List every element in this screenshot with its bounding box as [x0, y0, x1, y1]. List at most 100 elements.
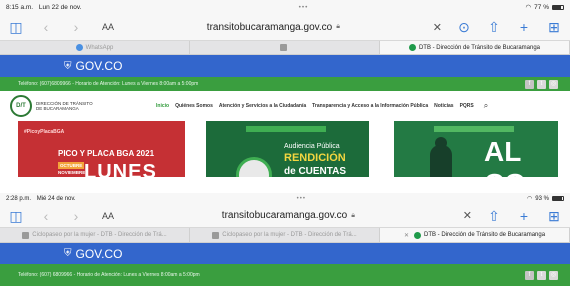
share-icon[interactable]: ⇧ [486, 20, 502, 34]
multitask-dots[interactable]: ••• [299, 4, 309, 11]
forward-icon[interactable]: › [68, 209, 84, 223]
tab-label: Ciclopaseo por la mujer - DTB - Direcció… [222, 232, 357, 238]
banner-carousel: #PicoyPlacaBGA PICO Y PLACA BGA 2021 OCT… [0, 121, 570, 177]
main-menu: Inicio Quiénes Somos Atención y Servicio… [156, 101, 488, 111]
wifi-icon: ◠ [525, 4, 532, 11]
colombia-shield-icon: ⛨ [64, 248, 72, 259]
dtb-logo-text: DIRECCIÓN DE TRÁNSITO DE BUCARAMANGA [36, 101, 93, 111]
reader-aa-button[interactable]: AA [102, 22, 114, 32]
tab-dtb[interactable]: DTB - Dirección de Tránsito de Bucaraman… [380, 41, 570, 54]
banner-hashtag: #PicoyPlacaBGA [24, 129, 65, 135]
new-tab-icon[interactable]: + [516, 20, 532, 34]
tabs-overview-icon[interactable]: ⊞ [546, 209, 562, 223]
battery-icon [552, 4, 564, 10]
facebook-icon[interactable]: f [525, 79, 534, 89]
status-time: 8:15 a.m. [6, 3, 34, 11]
back-icon[interactable]: ‹ [38, 20, 54, 34]
lock-icon: 🔒︎ [351, 211, 355, 219]
gov-co-logo[interactable]: GOV.CO [76, 59, 123, 73]
clear-url-icon[interactable]: ✕ [463, 209, 472, 222]
back-icon[interactable]: ‹ [38, 209, 54, 223]
address-bar[interactable]: transitobucaramanga.gov.co 🔒︎ [128, 22, 419, 33]
tab-ciclopaseo-1[interactable]: Ciclopaseo por la mujer - DTB - Direcció… [0, 228, 190, 242]
close-tab-icon[interactable]: ✕ [404, 232, 409, 239]
banner-header-strip [246, 126, 326, 132]
wifi-icon: ◠ [527, 196, 533, 202]
status-date: Mié 24 de nov. [36, 195, 76, 202]
share-icon[interactable]: ⇧ [486, 209, 502, 223]
menu-transparencia[interactable]: Transparencia y Acceso a la Información … [312, 103, 428, 109]
status-bar: 8:15 a.m. Lun 22 de nov. ••• ◠ 77 % [0, 0, 570, 14]
new-tab-icon[interactable]: + [516, 209, 532, 223]
dtb-favicon-icon [408, 44, 416, 51]
multitask-dots[interactable]: ••• [297, 196, 306, 202]
banner-day: LUNES [84, 161, 157, 177]
tab-blank[interactable] [190, 41, 380, 54]
banner-headline: AL CO [484, 136, 526, 177]
banner-photo [236, 157, 272, 177]
tab-whatsapp[interactable]: WhatsApp [0, 41, 190, 54]
tab-label: Ciclopaseo por la mujer - DTB - Direcció… [32, 232, 167, 238]
contact-info-bar: Teléfono: (607) 6809966 - Horario de Ate… [0, 264, 570, 286]
social-links: f t ◎ [525, 79, 558, 89]
colombia-shield-icon: ⛨ [64, 60, 72, 72]
tab-bar: Ciclopaseo por la mujer - DTB - Direcció… [0, 227, 570, 243]
clear-url-icon[interactable]: ✕ [433, 21, 442, 34]
battery-percent: 93 % [535, 195, 549, 202]
search-icon[interactable]: ⌕ [484, 101, 488, 111]
banner-month: NOVIEMBRE [58, 170, 86, 175]
contact-info-text: Teléfono: (607)6809966 - Horario de Aten… [18, 81, 199, 87]
banner-line-1: Audiencia Pública [284, 143, 340, 150]
menu-pqrs[interactable]: PQRS [460, 103, 474, 109]
whatsapp-favicon-icon [75, 44, 83, 51]
gov-co-bar: ⛨ GOV.CO [0, 243, 570, 264]
social-links: f t ◎ [525, 270, 558, 280]
menu-noticias[interactable]: Noticias [434, 103, 453, 109]
menu-quienes-somos[interactable]: Quiénes Somos [175, 103, 213, 109]
banner-badge: OCTUBRE [58, 162, 85, 169]
banner-line-2: RENDICIÓN [284, 152, 346, 164]
facebook-icon[interactable]: f [525, 270, 534, 280]
instagram-icon[interactable]: ◎ [549, 270, 558, 280]
contact-info-text: Teléfono: (607) 6809966 - Horario de Ate… [18, 272, 200, 278]
address-bar[interactable]: transitobucaramanga.gov.co 🔒︎ [128, 210, 449, 221]
banner-rendicion-cuentas[interactable]: Audiencia Pública RENDICIÓN de CUENTAS [206, 121, 369, 177]
gov-co-logo[interactable]: GOV.CO [76, 247, 123, 261]
tab-dtb[interactable]: ✕ DTB - Dirección de Tránsito de Bucaram… [380, 228, 570, 242]
page-favicon-icon [22, 231, 30, 239]
url-text: transitobucaramanga.gov.co [221, 210, 348, 221]
banner-line-3: de CUENTAS [284, 166, 347, 177]
twitter-icon[interactable]: t [537, 79, 546, 89]
menu-atencion-servicios[interactable]: Atención y Servicios a la Ciudadanía [219, 103, 306, 109]
instagram-icon[interactable]: ◎ [549, 79, 558, 89]
tab-label: WhatsApp [85, 44, 114, 51]
banner-pico-y-placa[interactable]: #PicoyPlacaBGA PICO Y PLACA BGA 2021 OCT… [18, 121, 185, 177]
banner-title: PICO Y PLACA BGA 2021 [58, 149, 155, 158]
browser-toolbar: ◫ ‹ › AA transitobucaramanga.gov.co 🔒︎ ✕… [0, 204, 570, 227]
page-favicon-icon [212, 231, 220, 239]
twitter-icon[interactable]: t [537, 270, 546, 280]
dtb-logo[interactable]: D/T [10, 95, 32, 117]
sidebar-icon[interactable]: ◫ [8, 209, 24, 223]
battery-icon [551, 196, 564, 201]
download-icon[interactable]: ⊙ [456, 20, 472, 34]
tab-label: DTB - Dirección de Tránsito de Bucaraman… [423, 232, 546, 238]
reader-aa-button[interactable]: AA [102, 211, 114, 221]
banner-cyclist[interactable]: AL CO [394, 121, 558, 177]
gov-co-bar: ⛨ GOV.CO [0, 55, 570, 77]
tab-label: DTB - Dirección de Tránsito de Bucaraman… [418, 44, 541, 51]
contact-info-bar: Teléfono: (607)6809966 - Horario de Aten… [0, 77, 570, 91]
sidebar-icon[interactable]: ◫ [8, 20, 24, 34]
lock-icon: 🔒︎ [336, 23, 340, 30]
logo-mark: D/T [16, 103, 26, 109]
browser-toolbar: ◫ ‹ › AA transitobucaramanga.gov.co 🔒︎ ✕… [0, 14, 570, 40]
tabs-overview-icon[interactable]: ⊞ [546, 20, 562, 34]
screenshot-1: 8:15 a.m. Lun 22 de nov. ••• ◠ 77 % ◫ ‹ … [0, 0, 570, 193]
site-navigation: D/T DIRECCIÓN DE TRÁNSITO DE BUCARAMANGA… [0, 91, 570, 121]
screenshot-2: 2:28 p.m. Mié 24 de nov. ••• ◠ 93 % ◫ ‹ … [0, 193, 570, 286]
menu-inicio[interactable]: Inicio [156, 103, 169, 109]
tab-ciclopaseo-2[interactable]: Ciclopaseo por la mujer - DTB - Direcció… [190, 228, 380, 242]
banner-header-strip [434, 126, 514, 132]
forward-icon[interactable]: › [68, 20, 84, 34]
page-favicon-icon [279, 44, 287, 51]
